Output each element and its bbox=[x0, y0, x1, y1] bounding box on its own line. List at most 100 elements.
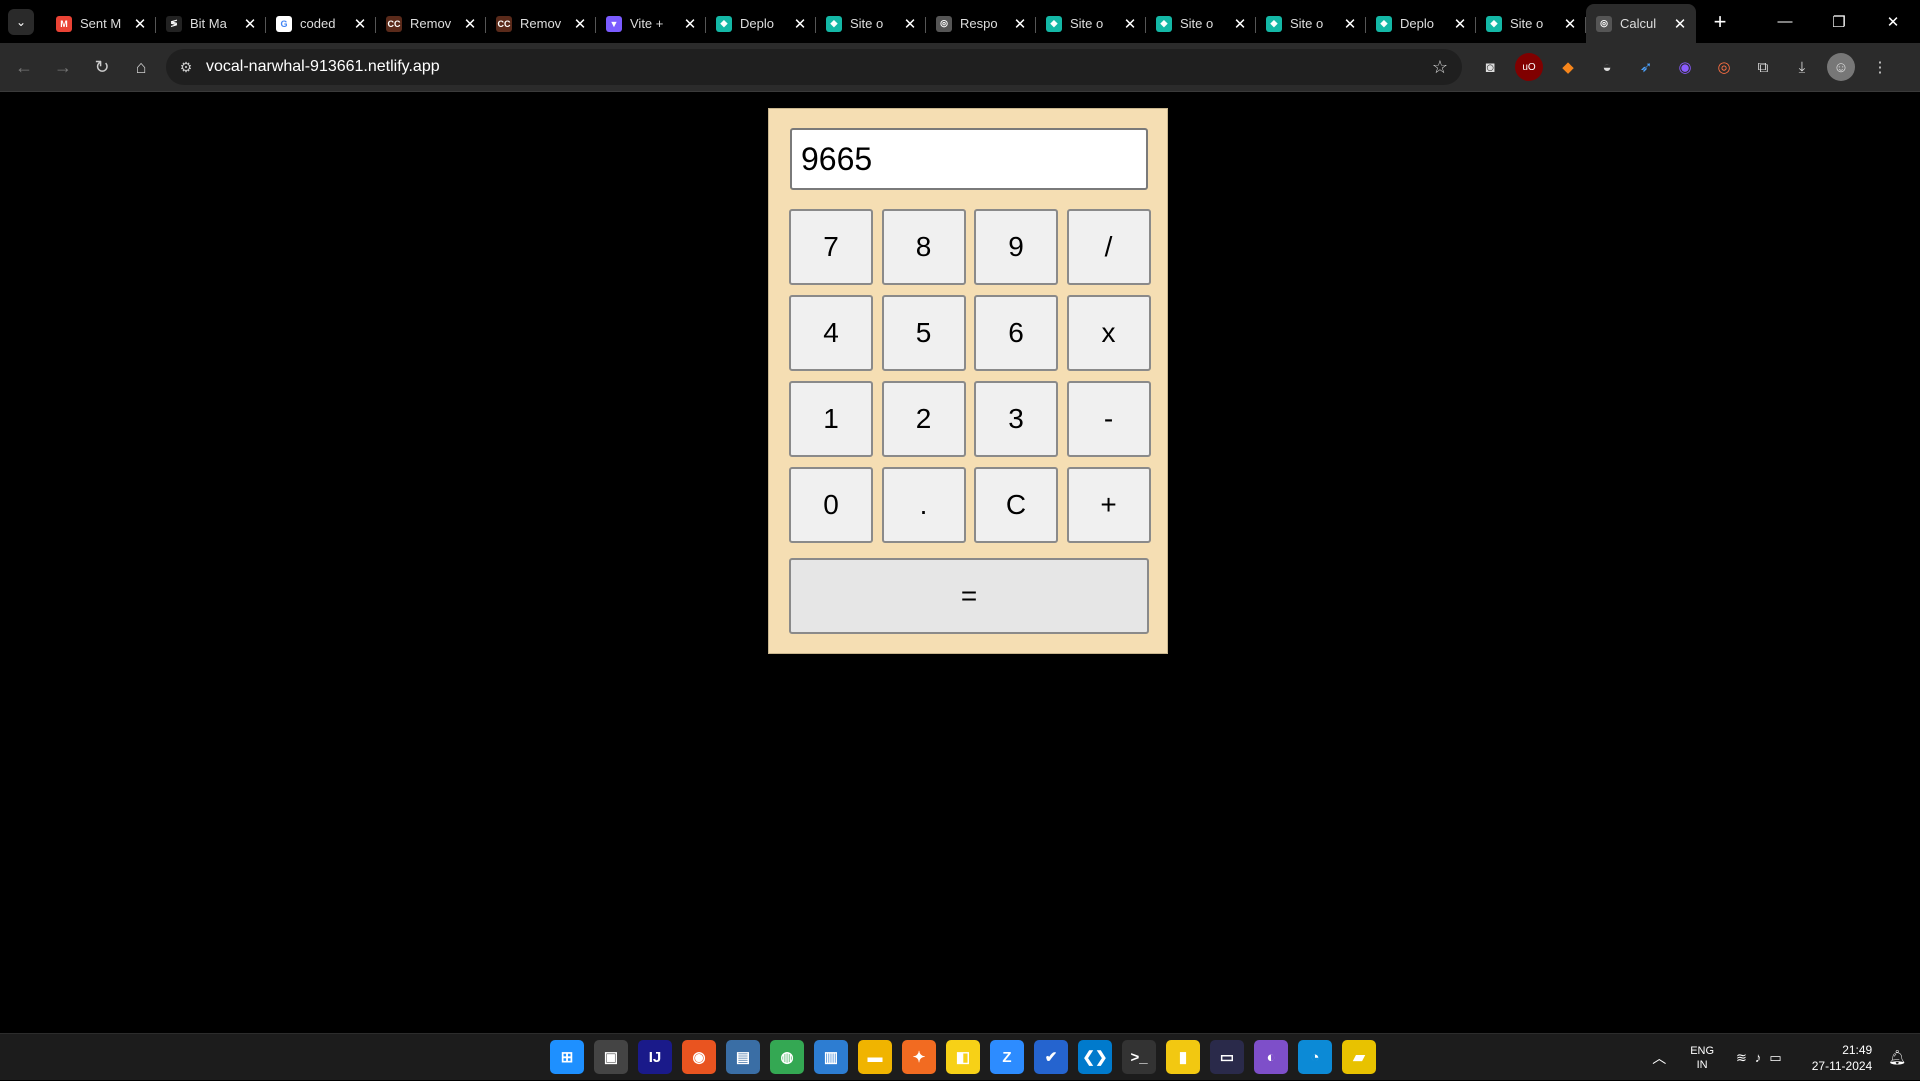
browser-tab[interactable]: Gcoded ✕ bbox=[266, 7, 376, 41]
browser-tab[interactable]: ◆ Site o ✕ bbox=[1256, 7, 1366, 41]
tab-close-icon[interactable]: ✕ bbox=[242, 15, 258, 33]
extensions-puzzle-icon[interactable]: ⧉ bbox=[1749, 53, 1777, 81]
bookmark-star-icon[interactable]: ☆ bbox=[1432, 57, 1448, 78]
zoom-icon[interactable]: Z bbox=[990, 1040, 1024, 1074]
extension-globe-icon[interactable]: ◒ bbox=[1593, 53, 1621, 81]
browser-tab[interactable]: ◆ Deplo ✕ bbox=[1366, 7, 1476, 41]
key-multiply[interactable]: x bbox=[1066, 295, 1151, 371]
terminal-icon[interactable]: >_ bbox=[1122, 1040, 1156, 1074]
tab-title: Remov bbox=[520, 16, 562, 31]
arrow-extension-icon[interactable]: ➶ bbox=[1632, 53, 1660, 81]
download-icon[interactable]: ⤓ bbox=[1788, 53, 1816, 81]
minimize-icon[interactable]: — bbox=[1758, 0, 1812, 43]
menu-kebab-icon[interactable]: ⋮ bbox=[1866, 53, 1894, 81]
clock-date: 27-11-2024 bbox=[1811, 1058, 1873, 1073]
key-2[interactable]: 2 bbox=[881, 381, 966, 457]
tab-close-icon[interactable]: ✕ bbox=[902, 15, 918, 33]
calculator-panel: 9665 = 7 8 9/ 4 5 6 x 1 2 3- 0. C + bbox=[768, 108, 1168, 654]
tab-close-icon[interactable]: ✕ bbox=[1452, 15, 1468, 33]
browser-tab[interactable]: ◎ Calcul ✕ bbox=[1586, 4, 1696, 43]
start-icon[interactable]: ⊞ bbox=[550, 1040, 584, 1074]
key-divide[interactable]: / bbox=[1066, 209, 1151, 285]
tab-search-chevron-icon[interactable]: ⌄ bbox=[8, 8, 34, 35]
key-9[interactable]: 9 bbox=[974, 209, 1058, 285]
language-indicator[interactable]: ENG IN bbox=[1690, 1044, 1714, 1072]
restore-icon[interactable]: ❐ bbox=[1812, 0, 1866, 43]
camera-icon[interactable]: ◙ bbox=[1476, 53, 1504, 81]
new-tab-button[interactable]: + bbox=[1708, 9, 1732, 35]
tab-close-icon[interactable]: ✕ bbox=[1232, 15, 1248, 33]
tab-close-icon[interactable]: ✕ bbox=[462, 15, 478, 33]
browser-tab[interactable]: ◎ Respo ✕ bbox=[926, 7, 1036, 41]
ublock-icon[interactable]: uO bbox=[1515, 53, 1543, 81]
sticky-notes-icon[interactable]: ◧ bbox=[946, 1040, 980, 1074]
file-explorer-icon[interactable]: ▬ bbox=[858, 1040, 892, 1074]
ubuntu-icon[interactable]: ◉ bbox=[682, 1040, 716, 1074]
tab-close-icon[interactable]: ✕ bbox=[1012, 15, 1028, 33]
key-0[interactable]: 0 bbox=[789, 467, 873, 543]
edge-icon[interactable]: ◔ bbox=[1298, 1040, 1332, 1074]
tab-close-icon[interactable]: ✕ bbox=[1122, 15, 1138, 33]
tab-close-icon[interactable]: ✕ bbox=[792, 15, 808, 33]
reload-icon[interactable]: ↻ bbox=[87, 52, 117, 82]
key-add[interactable]: + bbox=[1066, 467, 1151, 543]
key-equals[interactable]: = bbox=[789, 558, 1149, 634]
browser-tab[interactable]: ◆ Deplo ✕ bbox=[706, 7, 816, 41]
tab-close-icon[interactable]: ✕ bbox=[1672, 15, 1688, 33]
card-icon[interactable]: ▭ bbox=[1210, 1040, 1244, 1074]
folder-app-icon[interactable]: ▰ bbox=[1342, 1040, 1376, 1074]
browser-tab[interactable]: CC Remov ✕ bbox=[376, 7, 486, 41]
home-icon[interactable]: ⌂ bbox=[126, 52, 156, 82]
browser-tab[interactable]: ◆ Site o ✕ bbox=[1036, 7, 1146, 41]
key-3[interactable]: 3 bbox=[974, 381, 1058, 457]
key-1[interactable]: 1 bbox=[789, 381, 873, 457]
metamask-icon[interactable]: ◆ bbox=[1554, 53, 1582, 81]
back-icon[interactable]: ← bbox=[9, 52, 39, 82]
intellij-icon[interactable]: IJ bbox=[638, 1040, 672, 1074]
tab-close-icon[interactable]: ✕ bbox=[352, 15, 368, 33]
browser-tab[interactable]: ≶ Bit Ma ✕ bbox=[156, 7, 266, 41]
key-clear[interactable]: C bbox=[974, 467, 1058, 543]
browser-tab[interactable]: CC Remov ✕ bbox=[486, 7, 596, 41]
vscode-icon[interactable]: ❮❯ bbox=[1078, 1040, 1112, 1074]
address-bar[interactable]: ⚙ vocal-narwhal-913661.netlify.app ☆ bbox=[166, 49, 1462, 85]
profile-avatar[interactable]: ☺ bbox=[1827, 53, 1855, 81]
tab-close-icon[interactable]: ✕ bbox=[572, 15, 588, 33]
compass-icon[interactable]: ✦ bbox=[902, 1040, 936, 1074]
key-5[interactable]: 5 bbox=[881, 295, 966, 371]
url-text[interactable]: vocal-narwhal-913661.netlify.app bbox=[206, 58, 440, 76]
extension-badge-icon[interactable]: ◉ bbox=[1671, 53, 1699, 81]
clock[interactable]: 21:49 27-11-2024 bbox=[1812, 1042, 1873, 1074]
key-8[interactable]: 8 bbox=[881, 209, 966, 285]
notepad-icon[interactable]: ▥ bbox=[814, 1040, 848, 1074]
tab-close-icon[interactable]: ✕ bbox=[132, 15, 148, 33]
forward-icon[interactable]: → bbox=[48, 52, 78, 82]
tray-chevron-icon[interactable]: ︿ bbox=[1652, 1048, 1666, 1068]
todo-icon[interactable]: ✔ bbox=[1034, 1040, 1068, 1074]
photos-icon[interactable]: ▤ bbox=[726, 1040, 760, 1074]
browser-tab[interactable]: ▼ Vite + ✕ bbox=[596, 7, 706, 41]
browser-tab[interactable]: ◆ Site o ✕ bbox=[816, 7, 926, 41]
site-info-icon[interactable]: ⚙ bbox=[172, 53, 200, 81]
notification-bell-icon[interactable]: 🔔︎ bbox=[1888, 1049, 1906, 1066]
tab-close-icon[interactable]: ✕ bbox=[1342, 15, 1358, 33]
key-4[interactable]: 4 bbox=[789, 295, 873, 371]
key-decimal[interactable]: . bbox=[881, 467, 966, 543]
calculator-display[interactable]: 9665 bbox=[790, 128, 1148, 190]
chrome-icon[interactable]: ◍ bbox=[770, 1040, 804, 1074]
key-subtract[interactable]: - bbox=[1066, 381, 1151, 457]
tor-icon[interactable]: ◐ bbox=[1254, 1040, 1288, 1074]
network-volume-battery-icons[interactable]: ≋♪▭ bbox=[1736, 1050, 1790, 1066]
power-bi-icon[interactable]: ▮ bbox=[1166, 1040, 1200, 1074]
google-icon: G bbox=[276, 15, 292, 32]
tab-close-icon[interactable]: ✕ bbox=[1562, 15, 1578, 33]
key-6[interactable]: 6 bbox=[974, 295, 1058, 371]
key-7[interactable]: 7 bbox=[789, 209, 873, 285]
browser-tab[interactable]: ◆ Site o ✕ bbox=[1146, 7, 1256, 41]
close-window-icon[interactable]: ✕ bbox=[1866, 0, 1920, 43]
task-view-icon[interactable]: ▣ bbox=[594, 1040, 628, 1074]
extension-target-icon[interactable]: ◎ bbox=[1710, 53, 1738, 81]
browser-tab[interactable]: ◆ Site o ✕ bbox=[1476, 7, 1586, 41]
tab-close-icon[interactable]: ✕ bbox=[682, 15, 698, 33]
browser-tab[interactable]: M Sent M ✕ bbox=[46, 7, 156, 41]
